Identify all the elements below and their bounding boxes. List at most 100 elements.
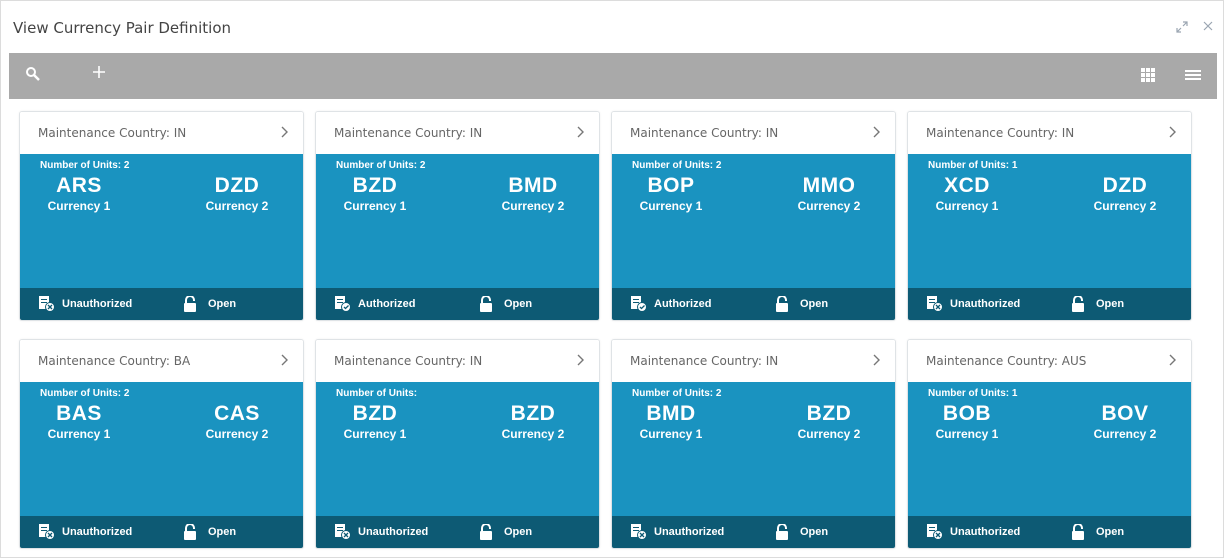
auth-status-label: Unauthorized [62,298,133,310]
card-footer: Unauthorized Open [316,516,599,548]
currency-2-code: DZD [1102,174,1148,197]
chevron-right-icon[interactable] [1169,124,1177,142]
auth-status-label: Authorized [654,298,712,310]
auth-status-label: Unauthorized [654,526,725,538]
currency-pair-card[interactable]: Maintenance Country: IN Number of Units:… [611,339,896,549]
currency-1-label: Currency 1 [47,427,111,441]
lock-status: Open [182,295,237,312]
lock-status-label: Open [504,298,533,310]
auth-status-label: Authorized [358,298,416,310]
currency-pair-card[interactable]: Maintenance Country: IN Number of Units:… [907,111,1192,321]
currency-pair-card[interactable]: Maintenance Country: AUS Number of Units… [907,339,1192,549]
chevron-right-icon[interactable] [577,352,585,370]
auth-status-label: Unauthorized [62,526,133,538]
currency-2-label: Currency 2 [797,199,861,213]
maintenance-country: Maintenance Country: BA [38,354,191,368]
currency-2-label: Currency 2 [1093,199,1157,213]
unauthorized-icon [38,296,56,312]
unlock-icon [774,295,792,312]
currency-pair-card[interactable]: Maintenance Country: BA Number of Units:… [19,339,304,549]
currency-1-label: Currency 1 [639,199,703,213]
lock-status-label: Open [1096,298,1125,310]
currency-2: BOV Currency 2 [1080,402,1170,441]
currency-1: BZD Currency 1 [330,402,420,441]
lock-status: Open [774,523,829,540]
currency-1: BOP Currency 1 [626,174,716,213]
currency-1: BMD Currency 1 [626,402,716,441]
currency-pair-card[interactable]: Maintenance Country: IN Number of Units:… [19,111,304,321]
currency-pair-card[interactable]: Maintenance Country: IN Number of Units:… [611,111,896,321]
card-footer: Unauthorized Open [20,288,303,320]
search-icon[interactable] [25,66,45,86]
chevron-right-icon[interactable] [281,124,289,142]
card-body: Number of Units: 2 BAS Currency 1 CAS Cu… [20,382,303,518]
card-header[interactable]: Maintenance Country: IN [612,340,895,382]
auth-status: Authorized [334,296,415,312]
currency-pair-card[interactable]: Maintenance Country: IN Number of Units:… [315,111,600,321]
lock-status-label: Open [800,298,829,310]
maintenance-country: Maintenance Country: IN [926,126,1075,140]
lock-status-label: Open [1096,526,1125,538]
currency-pair-card[interactable]: Maintenance Country: IN Number of Units:… [315,339,600,549]
close-icon[interactable] [1203,21,1213,35]
currency-2: MMO Currency 2 [784,174,874,213]
number-of-units: Number of Units: 2 [336,160,426,171]
card-header[interactable]: Maintenance Country: IN [908,112,1191,154]
maintenance-country: Maintenance Country: IN [38,126,187,140]
lock-status: Open [182,523,236,540]
maintenance-country: Maintenance Country: IN [630,354,779,368]
currency-2-code: BZD [510,402,556,425]
minimize-icon[interactable] [1175,21,1189,35]
number-of-units: Number of Units: 2 [632,160,722,171]
add-icon[interactable] [91,63,111,83]
currency-2: BZD Currency 2 [784,402,874,441]
grid-view-icon[interactable] [1141,67,1161,87]
lock-status-label: Open [208,298,237,310]
auth-status: Unauthorized [38,524,132,540]
number-of-units: Number of Units: 1 [928,160,1018,171]
currency-2-code: DZD [214,174,260,197]
chevron-right-icon[interactable] [873,124,881,142]
auth-status: Authorized [630,296,711,312]
chevron-right-icon[interactable] [281,352,289,370]
currency-1-code: XCD [944,174,990,197]
card-body: Number of Units: 1 BOB Currency 1 BOV Cu… [908,382,1191,518]
card-grid: Maintenance Country: IN Number of Units:… [19,111,1209,555]
card-header[interactable]: Maintenance Country: AUS [908,340,1191,382]
maintenance-country: Maintenance Country: IN [334,354,483,368]
currency-1: XCD Currency 1 [922,174,1012,213]
card-header[interactable]: Maintenance Country: BA [20,340,303,382]
card-footer: Unauthorized Open [908,288,1191,320]
card-header[interactable]: Maintenance Country: IN [20,112,303,154]
currency-2: DZD Currency 2 [1080,174,1170,213]
card-header[interactable]: Maintenance Country: IN [316,340,599,382]
currency-1: ARS Currency 1 [34,174,124,213]
auth-status-label: Unauthorized [358,526,429,538]
currency-2: BMD Currency 2 [488,174,578,213]
currency-2-label: Currency 2 [501,427,565,441]
unauthorized-icon [38,524,56,540]
list-view-icon[interactable] [1185,67,1205,87]
currency-2: CAS Currency 2 [192,402,282,441]
card-footer: Unauthorized Open [612,516,895,548]
chevron-right-icon[interactable] [873,352,881,370]
chevron-right-icon[interactable] [1169,352,1177,370]
chevron-right-icon[interactable] [577,124,585,142]
lock-status: Open [774,295,829,312]
currency-1: BOB Currency 1 [922,402,1012,441]
currency-2-code: CAS [214,402,260,425]
lock-status-label: Open [800,526,829,538]
currency-1-label: Currency 1 [935,427,999,441]
lock-status: Open [478,295,533,312]
currency-1-code: BMD [646,402,696,425]
card-header[interactable]: Maintenance Country: IN [612,112,895,154]
currency-2-code: BOV [1101,402,1149,425]
card-header[interactable]: Maintenance Country: IN [316,112,599,154]
card-body: Number of Units: 2 BMD Currency 1 BZD Cu… [612,382,895,518]
currency-1-code: BOB [942,402,992,425]
number-of-units: Number of Units: 2 [632,388,722,399]
currency-1-code: BAS [56,402,102,425]
currency-1-code: BOP [647,174,695,197]
unauthorized-icon [926,524,944,540]
card-body: Number of Units: 1 XCD Currency 1 DZD Cu… [908,154,1191,290]
